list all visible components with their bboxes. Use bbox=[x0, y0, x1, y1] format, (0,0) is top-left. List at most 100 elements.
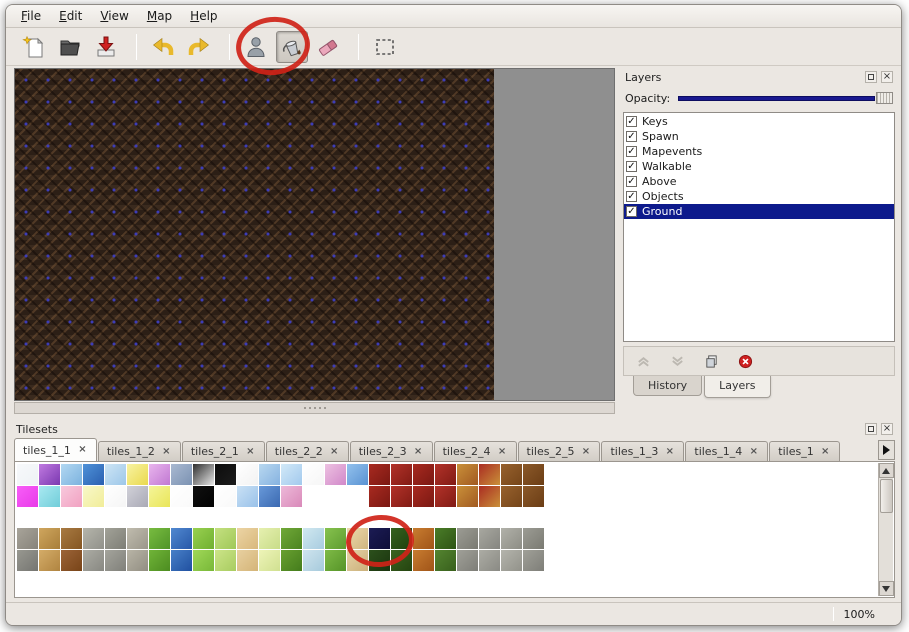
tileset-tile[interactable] bbox=[127, 550, 148, 571]
map-canvas[interactable] bbox=[14, 68, 615, 401]
tileset-tab-tiles_2_3[interactable]: tiles_2_3 bbox=[350, 441, 433, 461]
tileset-tile[interactable] bbox=[479, 550, 500, 571]
tileset-tile[interactable] bbox=[325, 464, 346, 485]
tileset-tab-tiles_1_3[interactable]: tiles_1_3 bbox=[601, 441, 684, 461]
tileset-tile[interactable] bbox=[83, 486, 104, 507]
menu-help[interactable]: Help bbox=[181, 6, 226, 26]
tileset-tile[interactable] bbox=[523, 528, 544, 549]
tileset-tile[interactable] bbox=[39, 464, 60, 485]
tileset-tile[interactable] bbox=[413, 464, 434, 485]
tileset-tile[interactable] bbox=[435, 464, 456, 485]
tileset-tile[interactable] bbox=[325, 550, 346, 571]
tileset-tile[interactable] bbox=[237, 464, 258, 485]
tileset-tile[interactable] bbox=[259, 528, 280, 549]
layer-visibility-checkbox[interactable] bbox=[626, 176, 637, 187]
tileset-tile[interactable] bbox=[17, 550, 38, 571]
tileset-tile[interactable] bbox=[215, 528, 236, 549]
tileset-tile[interactable] bbox=[61, 550, 82, 571]
opacity-slider[interactable] bbox=[678, 92, 893, 104]
tileset-tile[interactable] bbox=[523, 464, 544, 485]
tileset-tile[interactable] bbox=[413, 486, 434, 507]
fill-tool-button[interactable] bbox=[276, 31, 308, 63]
tab-close-icon[interactable] bbox=[77, 445, 88, 456]
tileset-tile[interactable] bbox=[281, 486, 302, 507]
tileset-tile[interactable] bbox=[391, 528, 412, 549]
undo-button[interactable] bbox=[147, 31, 179, 63]
tileset-tile[interactable] bbox=[193, 486, 214, 507]
tileset-tile[interactable] bbox=[369, 464, 390, 485]
tileset-tile[interactable] bbox=[171, 528, 192, 549]
tileset-tile[interactable] bbox=[479, 486, 500, 507]
tileset-tile[interactable] bbox=[369, 486, 390, 507]
tileset-tile[interactable] bbox=[127, 464, 148, 485]
tileset-tile[interactable] bbox=[61, 528, 82, 549]
new-map-button[interactable] bbox=[18, 31, 50, 63]
layer-row[interactable]: Ground bbox=[624, 204, 894, 219]
tileset-tile[interactable] bbox=[105, 528, 126, 549]
map-tile-pattern[interactable] bbox=[15, 69, 494, 400]
layer-row[interactable]: Walkable bbox=[624, 159, 894, 174]
tileset-tab-tiles_2_1[interactable]: tiles_2_1 bbox=[182, 441, 265, 461]
select-tool-button[interactable] bbox=[369, 31, 401, 63]
tileset-tile[interactable] bbox=[501, 464, 522, 485]
tab-close-icon[interactable] bbox=[329, 446, 340, 457]
tileset-tile[interactable] bbox=[347, 550, 368, 571]
layer-visibility-checkbox[interactable] bbox=[626, 146, 637, 157]
menu-edit[interactable]: Edit bbox=[50, 6, 91, 26]
tileset-tile[interactable] bbox=[303, 550, 324, 571]
tab-close-icon[interactable] bbox=[161, 446, 172, 457]
tileset-tile[interactable] bbox=[457, 486, 478, 507]
layer-move-down-button[interactable] bbox=[668, 352, 686, 370]
layer-duplicate-button[interactable] bbox=[702, 352, 720, 370]
layer-row[interactable]: Objects bbox=[624, 189, 894, 204]
tileset-tile[interactable] bbox=[17, 486, 38, 507]
tileset-tile[interactable] bbox=[391, 464, 412, 485]
open-map-button[interactable] bbox=[54, 31, 86, 63]
tileset-tile[interactable] bbox=[39, 528, 60, 549]
tileset-tile[interactable] bbox=[501, 550, 522, 571]
menu-file[interactable]: File bbox=[12, 6, 50, 26]
layer-visibility-checkbox[interactable] bbox=[626, 206, 637, 217]
scrollbar-thumb[interactable] bbox=[880, 479, 893, 513]
tileset-tile[interactable] bbox=[369, 528, 390, 549]
tileset-tile[interactable] bbox=[479, 464, 500, 485]
tileset-tile[interactable] bbox=[193, 550, 214, 571]
layer-row[interactable]: Spawn bbox=[624, 129, 894, 144]
tab-layers[interactable]: Layers bbox=[704, 376, 770, 398]
tab-close-icon[interactable] bbox=[245, 446, 256, 457]
map-horizontal-scrollbar[interactable] bbox=[14, 402, 615, 414]
tileset-tile[interactable] bbox=[303, 528, 324, 549]
tileset-tile[interactable] bbox=[391, 550, 412, 571]
tileset-tile[interactable] bbox=[281, 550, 302, 571]
tileset-tile[interactable] bbox=[17, 464, 38, 485]
tileset-tile[interactable] bbox=[413, 528, 434, 549]
tileset-tile[interactable] bbox=[303, 464, 324, 485]
tileset-tile[interactable] bbox=[171, 550, 192, 571]
tileset-tab-tiles_1_4[interactable]: tiles_1_4 bbox=[685, 441, 768, 461]
tileset-tile[interactable] bbox=[237, 486, 258, 507]
opacity-slider-track[interactable] bbox=[678, 96, 875, 101]
layer-row[interactable]: Keys bbox=[624, 114, 894, 129]
tileset-tile[interactable] bbox=[193, 464, 214, 485]
tab-scroll-right-button[interactable] bbox=[878, 440, 895, 460]
scroll-down-button[interactable] bbox=[879, 581, 894, 596]
tileset-tile[interactable] bbox=[215, 550, 236, 571]
tileset-tile[interactable] bbox=[105, 464, 126, 485]
tab-close-icon[interactable] bbox=[497, 446, 508, 457]
tileset-tile[interactable] bbox=[501, 486, 522, 507]
layer-row[interactable]: Mapevents bbox=[624, 144, 894, 159]
import-button[interactable] bbox=[90, 31, 122, 63]
tileset-tile[interactable] bbox=[39, 550, 60, 571]
redo-button[interactable] bbox=[183, 31, 215, 63]
tileset-tab-tiles_2_5[interactable]: tiles_2_5 bbox=[518, 441, 601, 461]
layer-visibility-checkbox[interactable] bbox=[626, 131, 637, 142]
tileset-tile[interactable] bbox=[83, 528, 104, 549]
tab-close-icon[interactable] bbox=[580, 446, 591, 457]
tileset-tile[interactable] bbox=[149, 464, 170, 485]
opacity-slider-handle[interactable] bbox=[876, 92, 893, 104]
tileset-tile[interactable] bbox=[523, 550, 544, 571]
panel-float-button[interactable] bbox=[865, 423, 877, 435]
layer-delete-button[interactable] bbox=[736, 352, 754, 370]
layer-move-up-button[interactable] bbox=[634, 352, 652, 370]
tileset-tile[interactable] bbox=[83, 464, 104, 485]
